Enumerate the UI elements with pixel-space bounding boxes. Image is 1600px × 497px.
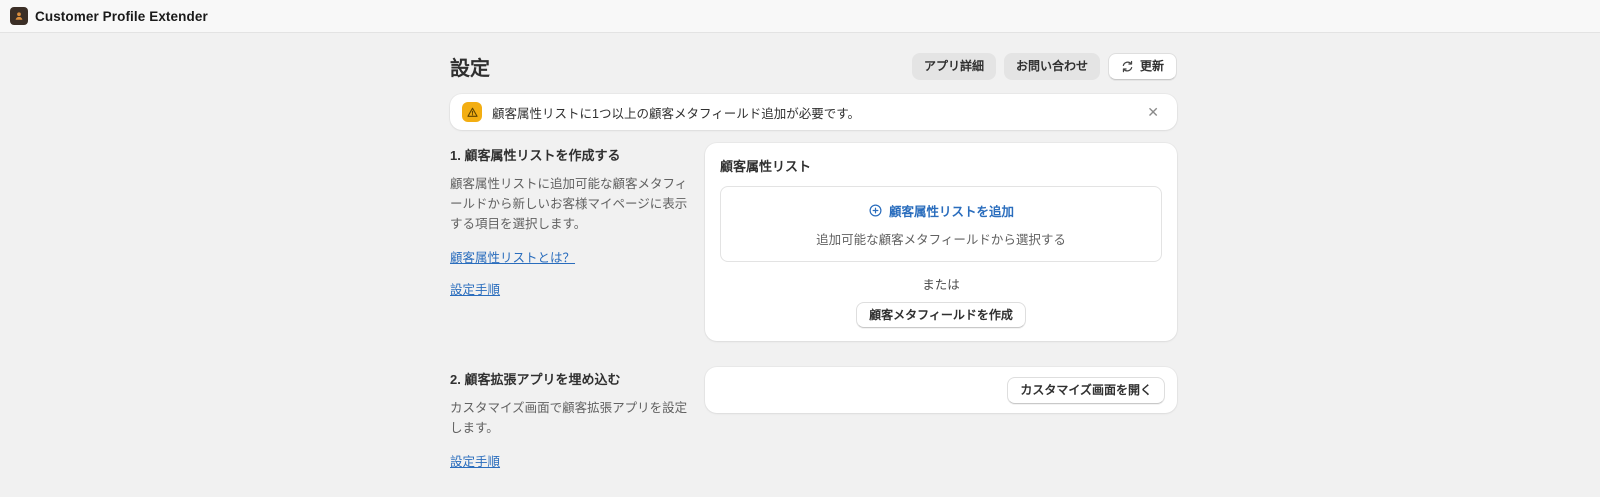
section-create-attribute-list: 1. 顧客属性リストを作成する 顧客属性リストに追加可能な顧客メタフィールドから… <box>450 143 1177 342</box>
open-customize-button[interactable]: カスタマイズ画面を開く <box>1007 377 1165 404</box>
contact-button[interactable]: お問い合わせ <box>1003 53 1100 80</box>
section-2-heading: 2. 顧客拡張アプリを埋め込む <box>450 372 621 388</box>
section-embed-app: 2. 顧客拡張アプリを埋め込む カスタマイズ画面で顧客拡張アプリを設定します。 … <box>450 367 1177 470</box>
or-divider-text: または <box>922 278 960 292</box>
add-attribute-list-button[interactable]: 顧客属性リストを追加 <box>868 201 1014 220</box>
section-1-annotation: 1. 顧客属性リストを作成する 顧客属性リストに追加可能な顧客メタフィールドから… <box>450 143 692 298</box>
plus-circle-icon <box>868 203 883 218</box>
attribute-list-empty-box: 顧客属性リストを追加 追加可能な顧客メタフィールドから選択する <box>720 186 1162 262</box>
section-2-description: カスタマイズ画面で顧客拡張アプリを設定します。 <box>450 401 688 436</box>
banner-message: 顧客属性リストに1つ以上の顧客メタフィールド追加が必要です。 <box>492 106 860 121</box>
app-logo-icon <box>10 7 28 25</box>
attribute-list-card: 顧客属性リスト 顧客属性リストを追加 追加可能な顧客メタフィールドから選択する … <box>705 143 1177 342</box>
app-title: Customer Profile Extender <box>35 8 208 24</box>
header-actions: アプリ詳細 お問い合わせ 更新 <box>911 53 1177 80</box>
refresh-label: 更新 <box>1139 59 1164 74</box>
close-icon[interactable]: ✕ <box>1141 101 1165 123</box>
warning-banner: 顧客属性リストに1つ以上の顧客メタフィールド追加が必要です。 ✕ <box>450 94 1177 130</box>
customize-card: カスタマイズ画面を開く <box>705 367 1177 414</box>
refresh-icon <box>1121 60 1134 73</box>
warning-icon <box>462 102 482 122</box>
page-title: 設定 <box>450 58 490 80</box>
section-2-annotation: 2. 顧客拡張アプリを埋め込む カスタマイズ画面で顧客拡張アプリを設定します。 … <box>450 367 692 470</box>
settings-page: 設定 アプリ詳細 お問い合わせ 更新 顧客属性リストに1つ以上の顧客メタフィール… <box>450 33 1177 470</box>
attribute-list-card-title: 顧客属性リスト <box>720 159 812 174</box>
page-header: 設定 アプリ詳細 お問い合わせ 更新 <box>450 52 1177 81</box>
link-setup-steps-2[interactable]: 設定手順 <box>450 451 500 470</box>
add-attribute-list-hint: 追加可能な顧客メタフィールドから選択する <box>816 233 1066 247</box>
add-attribute-list-label: 顧客属性リストを追加 <box>888 205 1014 219</box>
refresh-button[interactable]: 更新 <box>1107 53 1177 80</box>
topbar: Customer Profile Extender <box>0 0 1600 33</box>
section-1-description: 顧客属性リストに追加可能な顧客メタフィールドから新しいお客様マイページに表示する… <box>450 177 688 231</box>
app-details-button[interactable]: アプリ詳細 <box>911 53 996 80</box>
link-setup-steps-1[interactable]: 設定手順 <box>450 279 500 298</box>
link-what-is-attribute-list[interactable]: 顧客属性リストとは？ <box>450 247 575 266</box>
section-1-heading: 1. 顧客属性リストを作成する <box>450 148 621 163</box>
create-metafield-button[interactable]: 顧客メタフィールドを作成 <box>856 302 1026 329</box>
